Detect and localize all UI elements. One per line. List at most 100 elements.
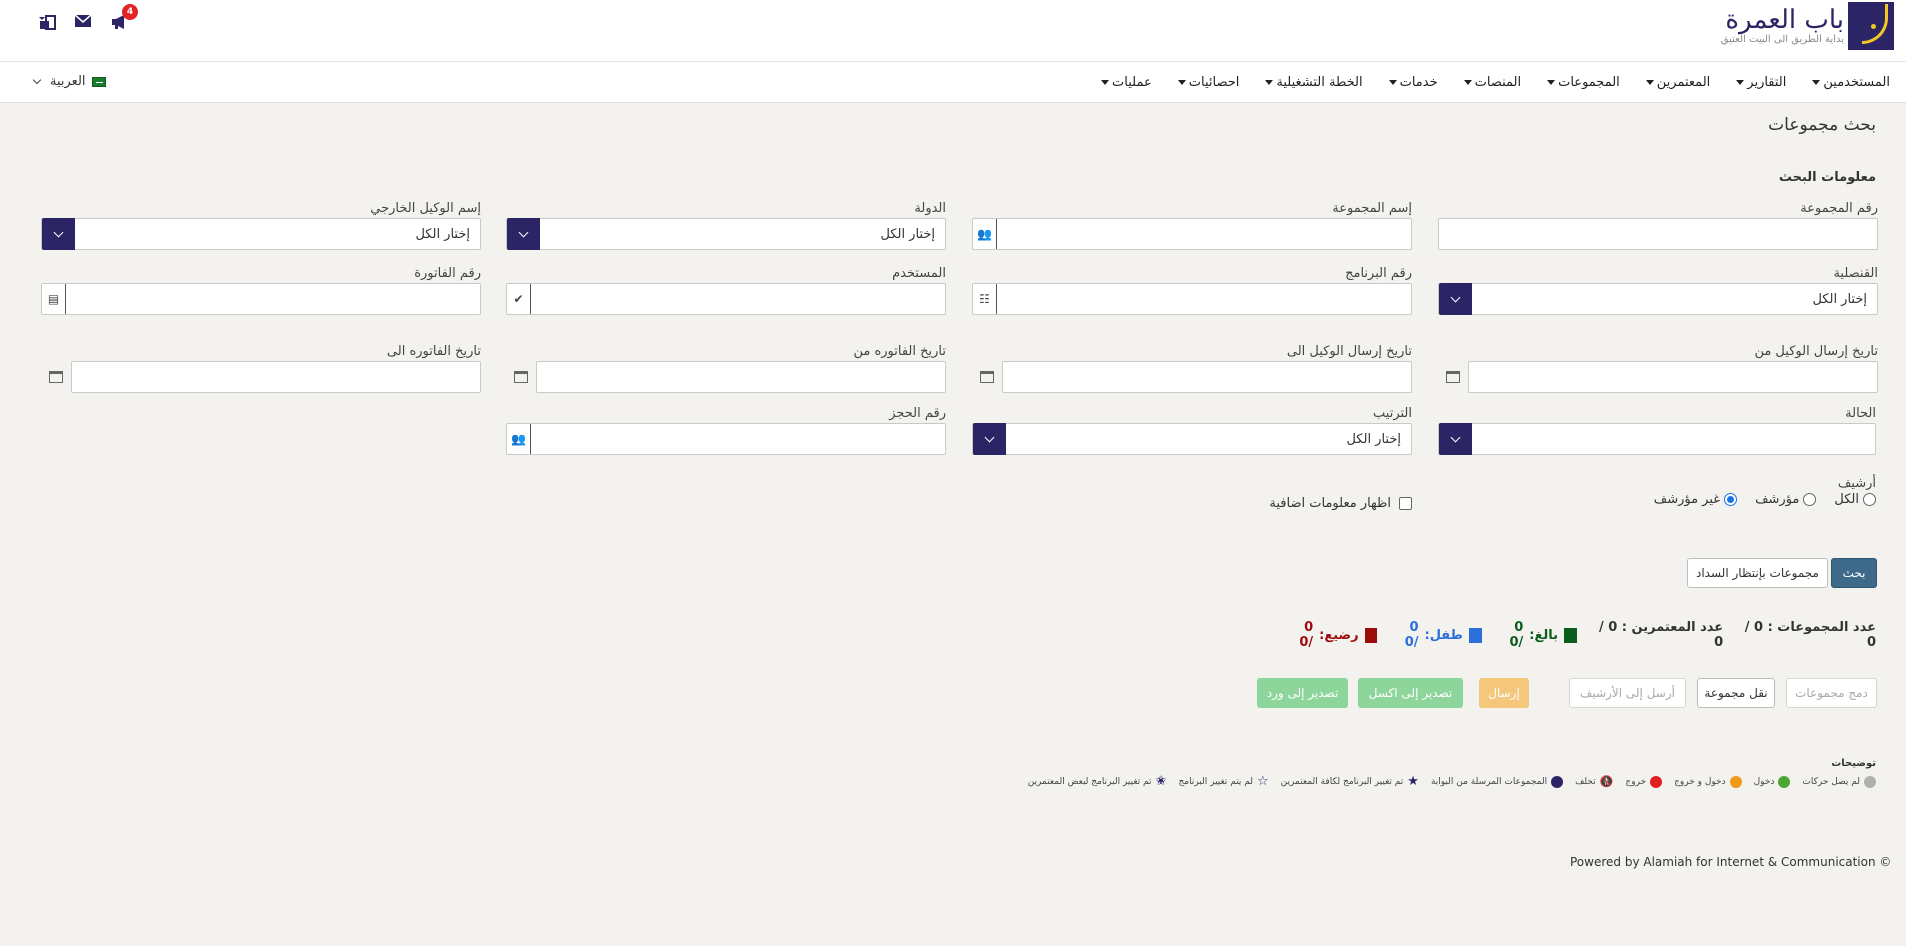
infant-stat: رضيع: 0 /0	[1290, 620, 1378, 650]
nav-groups[interactable]: المجموعات	[1547, 75, 1620, 90]
chevron-down-icon[interactable]	[973, 423, 1006, 455]
invoice-date-to-input[interactable]	[71, 361, 481, 393]
country-field: الدولة إختار الكل	[506, 201, 946, 250]
sort-field: الترتيب إختار الكل	[972, 406, 1412, 455]
nav-reports[interactable]: التقارير	[1736, 75, 1786, 90]
export-excel-button[interactable]: تصدير إلى اكسل	[1358, 678, 1463, 708]
merge-groups-button[interactable]: دمج مجموعات	[1786, 678, 1877, 708]
consulate-field: القنصلية إختار الكل	[1438, 266, 1878, 315]
user-input[interactable]: ✔	[506, 283, 946, 315]
booking-number-input[interactable]: 👥	[506, 423, 946, 455]
nav-operational-plan[interactable]: الخطة التشغيلية	[1265, 75, 1363, 90]
legend-entry-exit: دخول و خروج	[1674, 775, 1742, 788]
agent-send-from-input[interactable]	[1468, 361, 1878, 393]
green-dot-icon	[1778, 775, 1791, 788]
extra-info-checkbox[interactable]	[1399, 497, 1412, 510]
sort-select[interactable]: إختار الكل	[972, 423, 1412, 455]
program-number-field: رقم البرنامج ☷	[972, 266, 1412, 315]
invoice-icon: ▤	[42, 284, 66, 314]
adult-stat: بالغ: 0 /0	[1500, 620, 1577, 650]
group-number-field: رقم المجموعة	[1438, 201, 1878, 250]
consulate-select[interactable]: إختار الكل	[1438, 283, 1878, 315]
group-name-input[interactable]: 👥	[972, 218, 1412, 250]
pending-payment-button[interactable]: مجموعات بإنتظار السداد	[1687, 558, 1828, 588]
star-half-icon: ✬	[1155, 774, 1167, 789]
invoice-date-from-field: تاريخ الفاتوره من	[506, 344, 946, 393]
invoice-date-from-input[interactable]	[536, 361, 946, 393]
archive-option-all[interactable]: الكل	[1834, 492, 1876, 507]
status-select[interactable]	[1438, 423, 1876, 455]
archive-radio-group: الكل مؤرشف غير مؤرشف	[1654, 492, 1876, 507]
export-word-button[interactable]: تصدير إلى ورد	[1257, 678, 1348, 708]
legend-exit: خروج	[1625, 775, 1663, 788]
users-icon: 👥	[507, 424, 531, 454]
logout-icon[interactable]	[38, 14, 56, 32]
group-name-field: إسم المجموعة 👥	[972, 201, 1412, 250]
calendar-icon[interactable]	[1446, 371, 1460, 383]
legend-program-changed-some: ✬ تم تغيير البرنامج لبعض المعتمرين	[1027, 774, 1167, 789]
gray-dot-icon	[1864, 775, 1876, 788]
legend-title: توضيحات	[1831, 758, 1876, 769]
search-button[interactable]: بحث	[1831, 558, 1877, 588]
stats-bar: عدد المجموعات : 0 / 0 عدد المعتمرين : 0 …	[1290, 620, 1876, 650]
status-field: الحالة	[1438, 406, 1876, 455]
invoice-number-field: رقم الفاتورة ▤	[41, 266, 481, 315]
invoice-number-input[interactable]: ▤	[41, 283, 481, 315]
messages-icon[interactable]	[74, 14, 92, 32]
agent-send-from-field: تاريخ إرسال الوكيل من	[1438, 344, 1878, 393]
country-select[interactable]: إختار الكل	[506, 218, 946, 250]
group-number-input[interactable]	[1438, 218, 1878, 250]
calendar-icon[interactable]	[980, 371, 994, 383]
extra-info-toggle[interactable]: اظهار معلومات اضافية	[1269, 496, 1412, 511]
send-button[interactable]: إرسال	[1479, 678, 1529, 708]
user-field: المستخدم ✔	[506, 266, 946, 315]
section-title: معلومات البحث	[1778, 170, 1876, 185]
announcements-icon[interactable]: 4	[110, 4, 138, 32]
agent-send-to-input[interactable]	[1002, 361, 1412, 393]
orange-dot-icon	[1729, 775, 1742, 788]
chevron-down-icon[interactable]	[42, 218, 75, 250]
nav-operations[interactable]: عمليات	[1101, 75, 1152, 90]
archive-option-not-archived[interactable]: غير مؤرشف	[1654, 492, 1738, 507]
logo-title: باب العمرة	[1725, 5, 1844, 35]
external-agent-select[interactable]: إختار الكل	[41, 218, 481, 250]
language-label: العربية	[50, 74, 86, 89]
language-selector[interactable]: العربية	[32, 74, 106, 89]
logo-subtitle: بداية الطريق الى البيت العتيق	[1720, 34, 1844, 45]
calendar-icon[interactable]	[49, 371, 63, 383]
legend-entry: دخول	[1754, 775, 1791, 788]
pilgrims-count: عدد المعتمرين : 0 / 0	[1598, 620, 1724, 650]
users-icon: 👥	[973, 219, 997, 249]
legend-program-not-changed: ☆ لم يتم تغيير البرنامج	[1178, 774, 1269, 789]
groups-count: عدد المجموعات : 0 / 0	[1744, 620, 1876, 650]
user-check-icon: ✔	[507, 284, 531, 314]
invoice-date-to-field: تاريخ الفاتوره الى	[41, 344, 481, 393]
globe-icon	[1551, 775, 1564, 788]
nav-services[interactable]: خدمات	[1388, 75, 1438, 90]
chevron-down-icon	[32, 75, 42, 85]
nav-platforms[interactable]: المنصات	[1463, 75, 1521, 90]
notification-badge: 4	[122, 4, 138, 20]
saudi-flag-icon	[91, 76, 106, 87]
program-icon: ☷	[973, 284, 997, 314]
star-filled-icon: ★	[1407, 774, 1419, 789]
nav-statistics[interactable]: احصائيات	[1177, 75, 1239, 90]
site-logo[interactable]: باب العمرة بداية الطريق الى البيت العتيق	[1721, 2, 1894, 50]
child-stat: طفل: 0 /0	[1395, 620, 1482, 650]
chevron-down-icon[interactable]	[1439, 283, 1472, 315]
runner-icon: 🚷	[1599, 775, 1614, 788]
logo-mark-icon	[1848, 2, 1894, 50]
agent-send-to-field: تاريخ إرسال الوكيل الى	[972, 344, 1412, 393]
calendar-icon[interactable]	[514, 371, 528, 383]
send-to-archive-button[interactable]: أرسل إلى الأرشيف	[1569, 678, 1686, 708]
red-dot-icon	[1650, 775, 1663, 788]
archive-option-archived[interactable]: مؤرشف	[1755, 492, 1817, 507]
main-nav: المستخدمين التقارير المعتمرين المجموعات …	[0, 62, 1906, 103]
move-group-button[interactable]: نقل مجموعة	[1697, 678, 1775, 708]
chevron-down-icon[interactable]	[507, 218, 540, 250]
nav-pilgrims[interactable]: المعتمرين	[1645, 75, 1710, 90]
chevron-down-icon[interactable]	[1439, 423, 1472, 455]
program-number-input[interactable]: ☷	[972, 283, 1412, 315]
nav-users[interactable]: المستخدمين	[1812, 75, 1890, 90]
legend-no-movements: لم يصل حركات	[1802, 775, 1876, 788]
